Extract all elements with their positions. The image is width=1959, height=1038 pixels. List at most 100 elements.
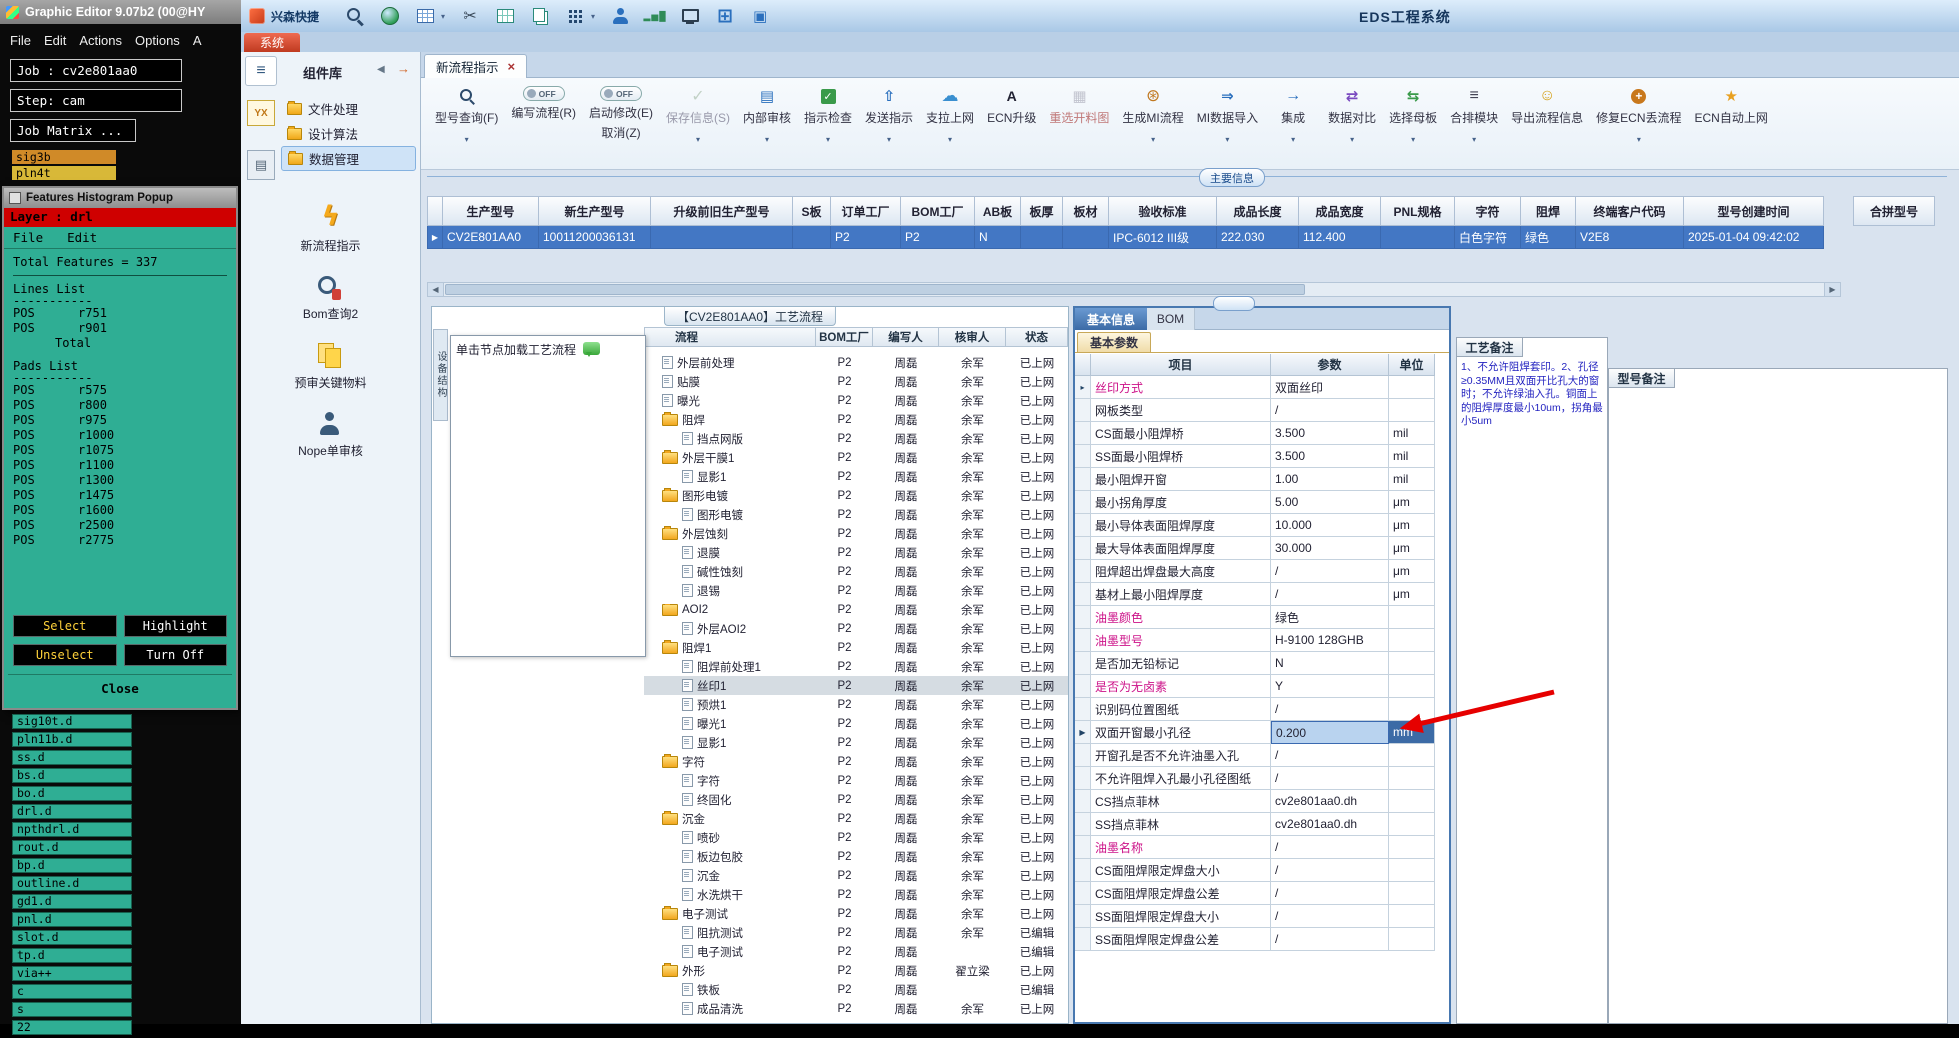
- layer-item[interactable]: outline.d: [12, 876, 132, 891]
- main-info-section-header[interactable]: 主要信息: [1199, 168, 1265, 187]
- lines-entry[interactable]: POS r751: [13, 306, 227, 321]
- tool-4[interactable]: Nope单审核: [298, 411, 363, 459]
- layers-icon[interactable]: [750, 6, 770, 26]
- pads-entry[interactable]: POS r575: [13, 383, 227, 398]
- flow-node[interactable]: 显影1: [644, 735, 816, 751]
- param-row[interactable]: 基材上最小阻焊厚度 / μm: [1075, 583, 1435, 606]
- menu-item[interactable]: Options: [135, 33, 180, 48]
- param-value[interactable]: H-9100 128GHB: [1271, 629, 1389, 652]
- flow-node[interactable]: AOI2: [644, 603, 816, 616]
- flow-row[interactable]: 丝印1 P2 周磊 余军 已上网: [644, 676, 1068, 695]
- param-value[interactable]: /: [1271, 560, 1389, 583]
- flow-node[interactable]: 图形电镀: [644, 487, 816, 504]
- flow-row[interactable]: 挡点网版 P2 周磊 余军 已上网: [644, 429, 1068, 448]
- apps-grid-icon[interactable]: [565, 6, 585, 26]
- ribbon-button-11[interactable]: 生成MI流程 ▾: [1122, 86, 1183, 144]
- param-value[interactable]: /: [1271, 859, 1389, 882]
- layer-item[interactable]: pnl.d: [12, 912, 132, 927]
- flow-row[interactable]: 沉金 P2 周磊 余军 已上网: [644, 809, 1068, 828]
- tab-system[interactable]: 系统: [244, 33, 301, 52]
- lines-entry[interactable]: POS r901: [13, 321, 227, 336]
- param-row[interactable]: CS面最小阻焊桥 3.500 mil: [1075, 422, 1435, 445]
- param-row[interactable]: 油墨型号 H-9100 128GHB: [1075, 629, 1435, 652]
- flow-row[interactable]: 退锡 P2 周磊 余军 已上网: [644, 581, 1068, 600]
- ribbon-button-3[interactable]: OFF 启动修改(E) 取消(Z): [589, 86, 653, 141]
- param-value[interactable]: 双面丝印: [1271, 376, 1389, 399]
- pads-entry[interactable]: POS r1475: [13, 488, 227, 503]
- menu-item[interactable]: Edit: [44, 33, 66, 48]
- pads-entry[interactable]: POS r800: [13, 398, 227, 413]
- menu-item[interactable]: A: [193, 33, 202, 48]
- layer-item[interactable]: ss.d: [12, 750, 132, 765]
- param-value[interactable]: 绿色: [1271, 606, 1389, 629]
- header-cell[interactable]: 订单工厂: [831, 196, 901, 226]
- flow-node[interactable]: 丝印1: [644, 678, 816, 694]
- layer-item[interactable]: bo.d: [12, 786, 132, 801]
- ribbon-button-8[interactable]: 支拉上网 ▾: [926, 86, 974, 144]
- flow-row[interactable]: 显影1 P2 周磊 余军 已上网: [644, 733, 1068, 752]
- param-value[interactable]: /: [1271, 399, 1389, 422]
- dropdown-caret[interactable]: ▾: [696, 135, 700, 144]
- header-cell[interactable]: 字符: [1455, 196, 1521, 226]
- flow-row[interactable]: 曝光1 P2 周磊 余军 已上网: [644, 714, 1068, 733]
- flow-row[interactable]: 电子测试 P2 周磊 已编辑: [644, 942, 1068, 961]
- param-row[interactable]: 是否为无卤素 Y: [1075, 675, 1435, 698]
- copy-icon[interactable]: [530, 6, 550, 26]
- header-cell[interactable]: PNL规格: [1381, 196, 1455, 226]
- pads-entry[interactable]: POS r2775: [13, 533, 227, 548]
- search-icon[interactable]: [345, 6, 365, 26]
- layer-item[interactable]: via++: [12, 966, 132, 981]
- flow-node[interactable]: 预烘1: [644, 697, 816, 713]
- scroll-right-icon[interactable]: ▶: [1824, 283, 1840, 296]
- param-row[interactable]: 最小导体表面阻焊厚度 10.000 μm: [1075, 514, 1435, 537]
- pads-entry[interactable]: POS r975: [13, 413, 227, 428]
- header-cell[interactable]: BOM工厂: [901, 196, 975, 226]
- tab-new-flow-instruction[interactable]: 新流程指示 ×: [424, 54, 528, 78]
- pads-entry[interactable]: POS r1000: [13, 428, 227, 443]
- flow-node[interactable]: 图形电镀: [644, 507, 816, 523]
- ribbon-button-19[interactable]: ECN自动上网: [1695, 86, 1768, 126]
- layer-chip[interactable]: sig3b: [12, 150, 116, 164]
- flow-node[interactable]: 外层干膜1: [644, 449, 816, 466]
- flow-row[interactable]: 外形 P2 周磊 翟立梁 已上网: [644, 961, 1068, 980]
- tab-process-notes[interactable]: 工艺备注: [1457, 338, 1523, 357]
- ribbon-button-6[interactable]: 指示检查 ▾: [804, 86, 852, 144]
- param-value[interactable]: cv2e801aa0.dh: [1271, 813, 1389, 836]
- horizontal-scrollbar[interactable]: ◀ ▶: [427, 282, 1841, 297]
- header-cell[interactable]: 验收标准: [1109, 196, 1217, 226]
- param-row[interactable]: CS挡点菲林 cv2e801aa0.dh: [1075, 790, 1435, 813]
- ribbon-button-17[interactable]: 导出流程信息: [1511, 86, 1583, 126]
- header-cell[interactable]: S板: [793, 196, 831, 226]
- flow-row[interactable]: 阻焊1 P2 周磊 余军 已上网: [644, 638, 1068, 657]
- col-combined-model[interactable]: 合拼型号: [1853, 196, 1935, 226]
- flow-row[interactable]: 铁板 P2 周磊 已编辑: [644, 980, 1068, 999]
- flow-row[interactable]: 电子测试 P2 周磊 余军 已上网: [644, 904, 1068, 923]
- param-value[interactable]: 30.000: [1271, 537, 1389, 560]
- header-cell[interactable]: 生产型号: [443, 196, 539, 226]
- tab-model-notes[interactable]: 型号备注: [1609, 369, 1675, 388]
- flow-row[interactable]: 字符 P2 周磊 余军 已上网: [644, 752, 1068, 771]
- flow-row[interactable]: 成品清洗 P2 周磊 余军 已上网: [644, 999, 1068, 1018]
- param-row[interactable]: 最大导体表面阻焊厚度 30.000 μm: [1075, 537, 1435, 560]
- section-collapse-button[interactable]: [1213, 296, 1255, 311]
- dropdown-caret[interactable]: ▾: [826, 135, 830, 144]
- param-row[interactable]: 网板类型 /: [1075, 399, 1435, 422]
- flow-node[interactable]: 曝光: [644, 393, 816, 409]
- flow-node[interactable]: 沉金: [644, 810, 816, 827]
- tab-bom[interactable]: BOM: [1147, 308, 1195, 330]
- pads-entry[interactable]: POS r2500: [13, 518, 227, 533]
- unselect-button[interactable]: Unselect: [13, 644, 117, 666]
- param-row[interactable]: SS挡点菲林 cv2e801aa0.dh: [1075, 813, 1435, 836]
- layer-item[interactable]: gd1.d: [12, 894, 132, 909]
- user-icon[interactable]: [610, 6, 630, 26]
- yx-logo-icon[interactable]: YX: [247, 100, 275, 126]
- histogram-titlebar[interactable]: Features Histogram Popup: [4, 188, 236, 208]
- header-cell[interactable]: 新生产型号: [539, 196, 651, 226]
- flow-node[interactable]: 外层AOI2: [644, 621, 816, 637]
- flow-row[interactable]: 喷砂 P2 周磊 余军 已上网: [644, 828, 1068, 847]
- header-cell[interactable]: 阻焊: [1521, 196, 1576, 226]
- param-value[interactable]: /: [1271, 698, 1389, 721]
- param-value[interactable]: 3.500: [1271, 445, 1389, 468]
- dropdown-caret[interactable]: ▾: [1637, 135, 1641, 144]
- collapse-left-icon[interactable]: ◀: [377, 64, 385, 75]
